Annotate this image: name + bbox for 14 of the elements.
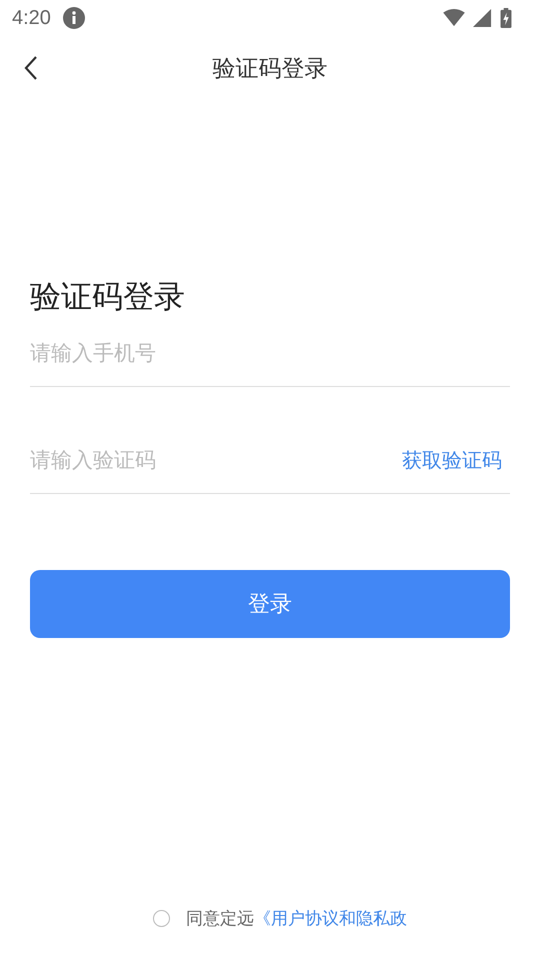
status-time: 4:20 [12,6,51,30]
info-icon [62,7,85,29]
signal-icon [473,8,492,28]
agree-checkbox[interactable] [153,910,170,927]
login-button[interactable]: 登录 [30,570,510,638]
get-code-link[interactable]: 获取验证码 [394,446,510,474]
phone-input[interactable]: 请输入手机号 [30,333,510,373]
code-input[interactable]: 请输入验证码 [30,440,394,480]
wifi-icon [443,9,465,27]
agreement-link[interactable]: 《用户协议和隐私政 [254,907,407,930]
page-title: 验证码登录 [212,54,328,84]
battery-icon [500,8,512,28]
agreement-text: 同意定远 [186,908,254,930]
heading: 验证码登录 [30,278,186,317]
